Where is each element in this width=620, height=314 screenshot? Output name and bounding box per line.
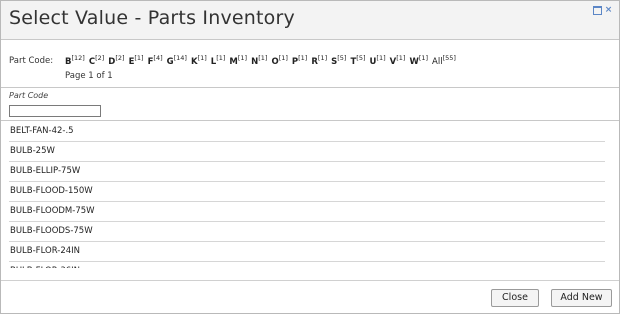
select-value-dialog: Select Value - Parts Inventory × Part Co…	[0, 0, 620, 314]
letter-filter-count: [1]	[317, 54, 328, 62]
dialog-title: Select Value - Parts Inventory	[9, 7, 295, 29]
letter-filter-count: [1]	[376, 54, 386, 62]
letter-filter-label: All	[432, 56, 443, 67]
list-item[interactable]: BULB-ELLIP-75W	[9, 162, 605, 182]
letter-filter-label: O	[271, 56, 279, 67]
column-header: Part Code	[1, 88, 619, 121]
letter-filter-w[interactable]: W[1]	[409, 54, 428, 67]
parts-list: BELT-FAN-42-.5 BULB-25W BULB-ELLIP-75W BULB…	[9, 122, 605, 268]
maximize-icon[interactable]	[593, 6, 602, 15]
letter-filter-count: [12]	[71, 54, 85, 62]
letter-filter-count: [1]	[237, 54, 248, 62]
window-controls: ×	[593, 6, 613, 15]
letter-filter-e[interactable]: E[1]	[129, 54, 144, 67]
letter-filter-count: [1]	[278, 54, 288, 62]
letter-filter-count: [5]	[356, 54, 366, 62]
letter-filter-label: M	[229, 56, 238, 67]
letter-filter-t[interactable]: T[5]	[350, 54, 365, 67]
list-item[interactable]: BULB-FLOOD-150W	[9, 182, 605, 202]
letter-filter-count: [4]	[153, 54, 163, 62]
letter-filter-m[interactable]: M[1]	[229, 54, 247, 67]
letter-filter-count: [5]	[337, 54, 347, 62]
filter-label: Part Code:	[9, 56, 54, 66]
letter-filter-d[interactable]: D[2]	[108, 54, 124, 67]
letter-filter-count: [1]	[418, 54, 429, 62]
letter-filter-count: [1]	[134, 54, 144, 62]
letter-filter-p[interactable]: P[1]	[292, 54, 307, 67]
letter-filter-count: [1]	[258, 54, 268, 62]
list-item[interactable]: BULB-FLOR-36IN	[9, 262, 605, 268]
list-item[interactable]: BULB-FLOR-24IN	[9, 242, 605, 262]
list-item[interactable]: BULB-FLOODS-75W	[9, 222, 605, 242]
list-item[interactable]: BULB-25W	[9, 142, 605, 162]
letter-filter-count: [2]	[95, 54, 105, 62]
dialog-footer: Close Add New	[1, 280, 619, 314]
letter-filter-count: [1]	[298, 54, 308, 62]
letter-filter-count: [1]	[216, 54, 226, 62]
list-item[interactable]: BELT-FAN-42-.5	[9, 122, 605, 142]
letter-filter-u[interactable]: U[1]	[370, 54, 386, 67]
letter-filter-all[interactable]: All[55]	[432, 54, 456, 67]
letter-filter-count: [1]	[396, 54, 406, 62]
alpha-filter-bar: Part Code: B[12] C[2] D[2] E[1] F[4] G[14] K[1…	[1, 40, 619, 88]
letter-filter-n[interactable]: N[1]	[251, 54, 267, 67]
column-header-label: Part Code	[9, 91, 49, 100]
letter-filter-l[interactable]: L[1]	[211, 54, 226, 67]
letter-filter-count: [14]	[173, 54, 187, 62]
letter-filter-count: [1]	[197, 54, 207, 62]
letter-filter-o[interactable]: O[1]	[271, 54, 287, 67]
page-info: Page 1 of 1	[65, 71, 113, 81]
letter-filter-f[interactable]: F[4]	[148, 54, 163, 67]
letter-filter-c[interactable]: C[2]	[89, 54, 104, 67]
dialog-titlebar: Select Value - Parts Inventory ×	[1, 1, 619, 40]
letter-filter-g[interactable]: G[14]	[167, 54, 187, 67]
letter-filter-v[interactable]: V[1]	[390, 54, 406, 67]
letter-filter-k[interactable]: K[1]	[191, 54, 207, 67]
part-code-filter-input[interactable]	[9, 105, 101, 117]
letter-filter-s[interactable]: S[5]	[331, 54, 346, 67]
close-button[interactable]: Close	[491, 289, 539, 307]
letter-filter-label: W	[409, 56, 419, 67]
letter-filter-list: B[12] C[2] D[2] E[1] F[4] G[14] K[1] L[1] M[1] N[…	[65, 54, 456, 67]
letter-filter-b[interactable]: B[12]	[65, 54, 85, 67]
letter-filter-label: G	[166, 56, 174, 67]
letter-filter-count: [2]	[115, 54, 125, 62]
letter-filter-count: [55]	[442, 54, 456, 62]
list-item[interactable]: BULB-FLOODM-75W	[9, 202, 605, 222]
letter-filter-r[interactable]: R[1]	[311, 54, 327, 67]
close-icon[interactable]: ×	[604, 6, 613, 15]
add-new-button[interactable]: Add New	[551, 289, 612, 307]
letter-filter-label: K	[190, 56, 198, 67]
